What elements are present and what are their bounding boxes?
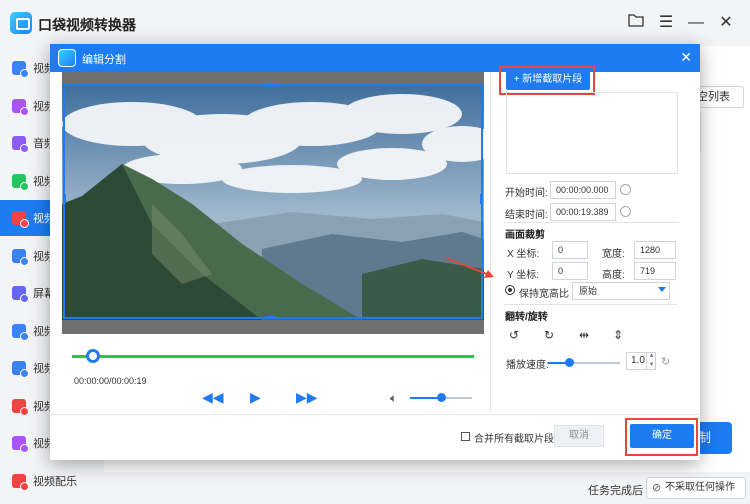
width-input[interactable]: 1280: [634, 241, 676, 259]
dialog-logo-icon: [58, 49, 76, 67]
fast-forward-icon[interactable]: ▶▶: [296, 389, 318, 406]
ratio-select[interactable]: 原始: [572, 282, 670, 300]
cancel-button[interactable]: 取消: [554, 425, 604, 447]
music-icon: [12, 473, 29, 491]
pointer-arrow-icon: [445, 257, 494, 278]
play-icon[interactable]: ▶: [250, 389, 261, 406]
y-label: Y 坐标:: [507, 270, 540, 281]
dialog-title: 编辑分割: [82, 54, 126, 66]
speed-stepper[interactable]: ▲ ▼: [646, 352, 656, 370]
end-time-label: 结束时间:: [505, 210, 548, 221]
list-column-divider: [700, 112, 750, 152]
video-icon: [12, 61, 29, 78]
start-time-reset-icon[interactable]: [620, 184, 631, 195]
width-label: 宽度:: [602, 249, 625, 260]
height-input[interactable]: 719: [634, 262, 676, 280]
video-icon: [12, 248, 29, 266]
footer-divider: [50, 414, 700, 415]
after-task-select[interactable]: 不采取任何操作: [646, 477, 746, 499]
highlight-box-ok: [625, 418, 698, 456]
video-icon: [12, 361, 29, 378]
timeline-playhead[interactable]: [86, 349, 100, 363]
end-time-reset-icon[interactable]: [620, 206, 631, 217]
menu-icon[interactable]: ☰: [656, 13, 676, 33]
app-titlebar: 口袋视频转换器 ☰ — ✕: [0, 0, 750, 46]
end-time-input[interactable]: 00:00:19.389: [550, 203, 616, 221]
crop-handle-left[interactable]: [63, 194, 66, 204]
video-icon: [12, 98, 29, 116]
crop-section-title: 画面裁剪: [505, 230, 545, 241]
merge-label: 合并所有截取片段: [474, 434, 554, 445]
volume-slider-knob[interactable]: [437, 393, 446, 402]
flip-horizontal-icon[interactable]: ⇹: [575, 326, 593, 344]
video-icon: [12, 173, 29, 191]
divider: [504, 222, 678, 223]
close-window-icon[interactable]: ✕: [716, 13, 736, 33]
dialog-header: 编辑分割 ✕: [50, 44, 700, 72]
divider: [504, 304, 678, 305]
audio-icon: [12, 136, 29, 153]
crop-handle-right[interactable]: [480, 194, 483, 204]
video-cut-icon: [12, 211, 29, 228]
segment-list[interactable]: [506, 92, 678, 174]
timeline-track[interactable]: [72, 355, 474, 358]
flip-vertical-icon[interactable]: ⇕: [609, 326, 627, 344]
minimize-icon[interactable]: —: [686, 13, 706, 33]
close-icon[interactable]: ✕: [680, 49, 692, 65]
y-input[interactable]: 0: [552, 262, 588, 280]
sidebar-item[interactable]: 视频配乐: [0, 463, 104, 499]
folder-icon[interactable]: [626, 13, 646, 33]
crop-handle-bottom[interactable]: [266, 316, 276, 319]
speed-slider-knob[interactable]: [565, 358, 574, 367]
x-input[interactable]: 0: [552, 241, 588, 259]
flip-section-title: 翻转/旋转: [505, 312, 548, 323]
video-icon: [12, 436, 29, 453]
crop-handle-top[interactable]: [266, 84, 276, 87]
timecode: 00:00:00/00:00:19: [74, 376, 147, 386]
rewind-icon[interactable]: ◀◀: [202, 389, 224, 406]
start-time-label: 开始时间:: [505, 188, 548, 199]
start-time-input[interactable]: 00:00:00.000: [550, 181, 616, 199]
rotate-left-icon[interactable]: ↺: [505, 326, 523, 344]
speed-reset-icon[interactable]: ↻: [661, 355, 670, 368]
sidebar-item-label: 视频配乐: [33, 475, 77, 488]
screen-record-icon: [12, 286, 29, 303]
app-logo-icon: [10, 12, 32, 34]
merge-checkbox[interactable]: [461, 432, 470, 441]
crop-handle-tl-v[interactable]: [63, 84, 65, 94]
video-icon: [12, 323, 29, 341]
edit-split-dialog: 编辑分割 ✕ 00:00:00/00:00:19 ◀◀ ▶ ▶▶ 🔈︎ + 新增…: [50, 44, 700, 460]
keep-ratio-radio[interactable]: [505, 285, 515, 295]
video-icon: [12, 398, 29, 416]
app-title: 口袋视频转换器: [38, 17, 136, 33]
highlight-box-add-segment: [499, 66, 595, 95]
chevron-down-icon: [658, 287, 666, 292]
status-label: 任务完成后: [588, 485, 643, 497]
rotate-right-icon[interactable]: ↻: [540, 326, 558, 344]
x-label: X 坐标:: [507, 249, 540, 260]
speed-label: 播放速度:: [506, 360, 549, 371]
keep-ratio-label: 保持宽高比: [519, 289, 569, 300]
volume-icon[interactable]: 🔈︎: [390, 391, 397, 406]
crop-region[interactable]: [63, 84, 483, 319]
height-label: 高度:: [602, 270, 625, 281]
